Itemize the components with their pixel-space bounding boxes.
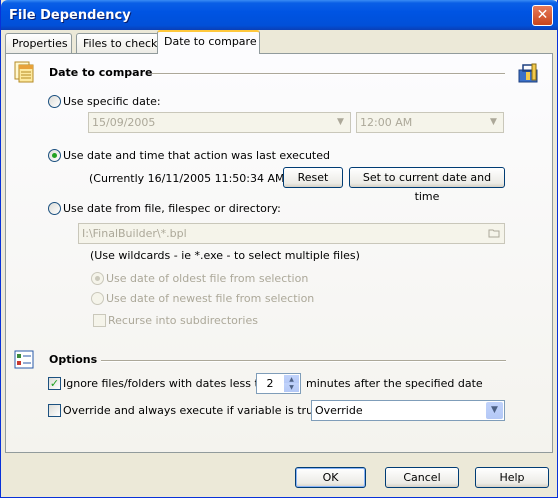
file-path-value: I:\FinalBuilder\*.bpl	[82, 227, 187, 240]
wildcard-hint-text: (Use wildcards - ie *.exe - to select mu…	[90, 249, 360, 262]
newest-file-label: Use date of newest file from selection	[106, 292, 315, 305]
spin-down-icon[interactable]: ▼	[284, 383, 299, 392]
recurse-subdirectories-label: Recurse into subdirectories	[108, 314, 258, 327]
checkbox-override[interactable]	[48, 404, 61, 417]
radio-oldest-file[interactable]	[91, 272, 104, 285]
checkbox-ignore-files[interactable]: ✓	[48, 377, 61, 390]
specific-time-picker[interactable]: 12:00 AM ▼	[356, 112, 504, 133]
ignore-minutes-value: 2	[266, 377, 274, 390]
use-date-from-file-label: Use date from file, filespec or director…	[63, 202, 281, 215]
checkbox-recurse-subdirectories[interactable]	[93, 314, 106, 327]
oldest-file-label: Use date of oldest file from selection	[106, 272, 309, 285]
specific-date-picker[interactable]: 15/09/2005 ▼	[88, 112, 351, 133]
minutes-suffix-text: minutes after the specified date	[306, 377, 483, 390]
date-section-divider	[152, 73, 505, 75]
window-title: File Dependency	[9, 8, 131, 23]
set-current-date-button[interactable]: Set to current date and time	[349, 167, 505, 203]
chevron-down-icon: ▼	[486, 402, 503, 419]
chevron-down-icon: ▼	[490, 117, 497, 127]
options-section-title: Options	[49, 353, 98, 366]
specific-date-value: 15/09/2005	[92, 116, 156, 129]
options-list-icon	[14, 350, 34, 369]
toolbox-icon	[518, 63, 538, 83]
chevron-down-icon: ▼	[337, 117, 344, 127]
folder-open-icon[interactable]	[488, 227, 501, 239]
ok-button[interactable]: OK	[295, 467, 366, 488]
currently-datetime-text: (Currently 16/11/2005 11:50:34 AM)	[89, 172, 289, 185]
reset-button[interactable]: Reset	[283, 167, 343, 188]
use-specific-date-label: Use specific date:	[63, 95, 161, 108]
radio-newest-file[interactable]	[91, 292, 104, 305]
cancel-button[interactable]: Cancel	[385, 467, 459, 488]
tab-properties[interactable]: Properties	[5, 33, 72, 53]
help-button[interactable]: Help	[475, 467, 549, 488]
tab-files-to-check[interactable]: Files to check	[76, 33, 159, 53]
radio-use-last-executed[interactable]	[48, 149, 61, 162]
calendar-files-icon	[14, 61, 34, 83]
file-dependency-dialog: File Dependency ✕ Properties Files to ch…	[0, 0, 558, 498]
tab-date-to-compare[interactable]: Date to compare	[157, 30, 260, 54]
file-path-input[interactable]: I:\FinalBuilder\*.bpl	[78, 223, 505, 244]
override-label: Override and always execute if variable …	[63, 404, 324, 417]
override-variable-select[interactable]: Override ▼	[311, 400, 505, 421]
use-last-executed-label: Use date and time that action was last e…	[63, 149, 330, 162]
title-bar[interactable]: File Dependency ✕	[1, 0, 558, 30]
override-variable-value: Override	[315, 404, 363, 417]
ignore-minutes-stepper[interactable]: 2 ▲ ▼	[256, 373, 301, 394]
radio-use-specific-date[interactable]	[48, 95, 61, 108]
specific-time-value: 12:00 AM	[360, 116, 413, 129]
ignore-files-label: Ignore files/folders with dates less tha…	[63, 377, 280, 390]
close-button[interactable]: ✕	[532, 5, 553, 26]
options-section-divider	[101, 360, 506, 362]
radio-use-date-from-file[interactable]	[48, 202, 61, 215]
date-section-title: Date to compare	[49, 66, 153, 79]
